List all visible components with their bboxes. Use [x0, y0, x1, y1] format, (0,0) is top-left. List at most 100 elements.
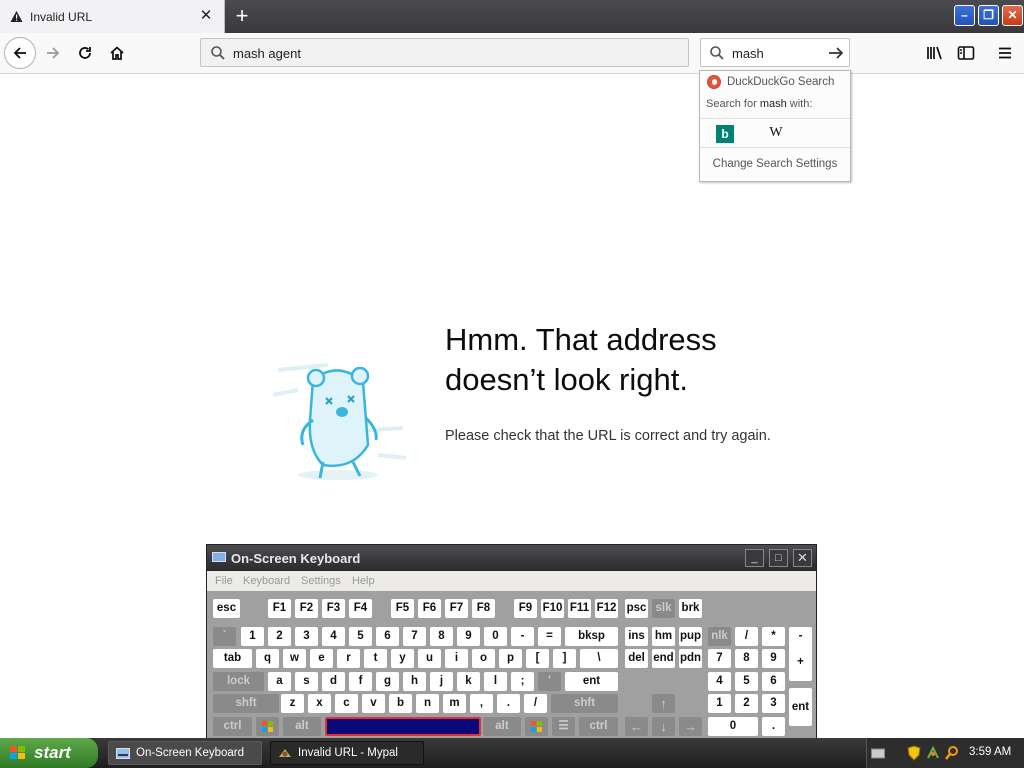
key-num-star[interactable]: *: [762, 627, 785, 646]
sidebar-button[interactable]: [951, 38, 981, 68]
key-8[interactable]: 8: [430, 627, 453, 646]
key-p[interactable]: p: [499, 649, 522, 668]
key-comma[interactable]: ,: [470, 694, 493, 713]
key-f3[interactable]: F3: [322, 599, 345, 618]
key-num0[interactable]: 0: [708, 717, 758, 736]
key-num7[interactable]: 7: [708, 649, 731, 668]
key-f5[interactable]: F5: [391, 599, 414, 618]
key-end[interactable]: end: [652, 649, 675, 668]
key-rshft[interactable]: shft: [551, 694, 618, 713]
home-button[interactable]: [102, 38, 132, 68]
key-f8[interactable]: F8: [472, 599, 495, 618]
url-bar[interactable]: mash agent: [200, 38, 689, 67]
key-f6[interactable]: F6: [418, 599, 441, 618]
key-d[interactable]: d: [322, 672, 345, 691]
search-bar[interactable]: mash: [700, 38, 850, 67]
key-lctrl[interactable]: ctrl: [213, 717, 252, 736]
key-pup[interactable]: pup: [679, 627, 702, 646]
key-bksp[interactable]: bksp: [565, 627, 618, 646]
key-semicolon[interactable]: ;: [511, 672, 534, 691]
search-input-value[interactable]: mash: [732, 46, 764, 61]
key-rbracket[interactable]: ]: [553, 649, 576, 668]
key-slk[interactable]: slk: [652, 599, 675, 618]
key-equals[interactable]: =: [538, 627, 561, 646]
key-ins[interactable]: ins: [625, 627, 648, 646]
key-num1[interactable]: 1: [708, 694, 731, 713]
bing-icon[interactable]: b: [716, 125, 734, 143]
key-f2[interactable]: F2: [295, 599, 318, 618]
key-w[interactable]: w: [283, 649, 306, 668]
new-tab-button[interactable]: +: [232, 5, 252, 27]
key-c[interactable]: c: [335, 694, 358, 713]
key-quote[interactable]: ': [538, 672, 561, 691]
key-h[interactable]: h: [403, 672, 426, 691]
osk-minimize-button[interactable]: _: [745, 549, 764, 567]
key-down[interactable]: ↓: [652, 717, 675, 736]
key-s[interactable]: s: [295, 672, 318, 691]
wikipedia-icon[interactable]: W: [766, 125, 786, 143]
key-4[interactable]: 4: [322, 627, 345, 646]
key-f7[interactable]: F7: [445, 599, 468, 618]
key-num6[interactable]: 6: [762, 672, 785, 691]
key-num9[interactable]: 9: [762, 649, 785, 668]
key-f9[interactable]: F9: [514, 599, 537, 618]
key-6[interactable]: 6: [376, 627, 399, 646]
taskbar-button-mypal[interactable]: Invalid URL - Mypal: [270, 741, 424, 765]
key-slash[interactable]: /: [524, 694, 547, 713]
key-period[interactable]: .: [497, 694, 520, 713]
change-search-settings-button[interactable]: Change Search Settings: [700, 158, 850, 170]
key-lshft[interactable]: shft: [213, 694, 279, 713]
key-num-slash[interactable]: /: [735, 627, 758, 646]
current-search-engine[interactable]: DuckDuckGo Search: [707, 75, 834, 89]
key-tab[interactable]: tab: [213, 649, 252, 668]
key-9[interactable]: 9: [457, 627, 480, 646]
osk-close-button[interactable]: ✕: [793, 549, 812, 567]
url-input-value[interactable]: mash agent: [233, 46, 301, 61]
key-3[interactable]: 3: [295, 627, 318, 646]
key-nlk[interactable]: nlk: [708, 627, 731, 646]
key-n[interactable]: n: [416, 694, 439, 713]
menu-button[interactable]: [990, 38, 1020, 68]
keyboard-layout-icon[interactable]: [871, 747, 885, 759]
key-rctrl[interactable]: ctrl: [579, 717, 618, 736]
search-tray-icon[interactable]: [944, 745, 960, 761]
osk-title-bar[interactable]: On-Screen Keyboard _ □ ✕: [207, 545, 816, 571]
key-num-plus[interactable]: +: [789, 643, 812, 681]
key-k[interactable]: k: [457, 672, 480, 691]
key-j[interactable]: j: [430, 672, 453, 691]
key-menu[interactable]: ☰: [552, 717, 575, 736]
key-psc[interactable]: psc: [625, 599, 648, 618]
security-shield-icon[interactable]: [907, 745, 921, 761]
key-f1[interactable]: F1: [268, 599, 291, 618]
key-lbracket[interactable]: [: [526, 649, 549, 668]
forward-button[interactable]: [38, 38, 68, 68]
key-space[interactable]: [325, 717, 481, 736]
key-minus[interactable]: -: [511, 627, 534, 646]
tab-close-button[interactable]: ✕: [198, 8, 214, 24]
key-5[interactable]: 5: [349, 627, 372, 646]
key-g[interactable]: g: [376, 672, 399, 691]
taskbar-button-osk[interactable]: On-Screen Keyboard: [108, 741, 262, 765]
key-0[interactable]: 0: [484, 627, 507, 646]
reload-button[interactable]: [70, 38, 100, 68]
key-num-dot[interactable]: .: [762, 717, 785, 736]
key-2[interactable]: 2: [268, 627, 291, 646]
key-num8[interactable]: 8: [735, 649, 758, 668]
key-num3[interactable]: 3: [762, 694, 785, 713]
key-lwin[interactable]: [256, 717, 279, 736]
tab-invalid-url[interactable]: Invalid URL ✕: [0, 0, 225, 33]
minimize-button[interactable]: –: [954, 5, 975, 26]
key-hm[interactable]: hm: [652, 627, 675, 646]
menu-file[interactable]: File: [215, 575, 233, 587]
key-a[interactable]: a: [268, 672, 291, 691]
key-lock[interactable]: lock: [213, 672, 264, 691]
menu-help[interactable]: Help: [352, 575, 375, 587]
key-y[interactable]: y: [391, 649, 414, 668]
network-icon[interactable]: [925, 745, 941, 761]
key-pdn[interactable]: pdn: [679, 649, 702, 668]
maximize-button[interactable]: ❐: [978, 5, 999, 26]
key-right[interactable]: →: [679, 717, 702, 736]
key-o[interactable]: o: [472, 649, 495, 668]
key-l[interactable]: l: [484, 672, 507, 691]
key-up[interactable]: ↑: [652, 694, 675, 713]
